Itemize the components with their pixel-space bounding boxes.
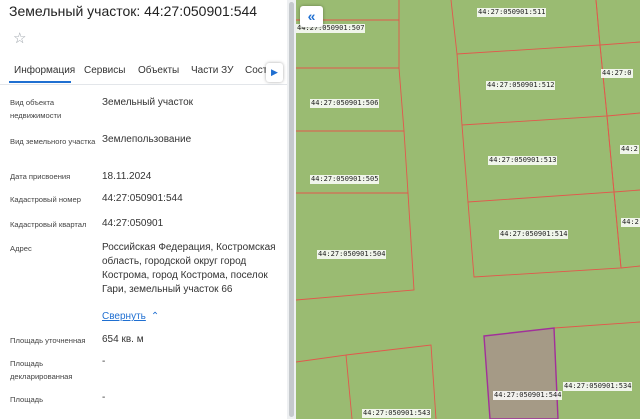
tab-services[interactable]: Сервисы [84,65,125,76]
cadastral-map[interactable]: 44:27:050901:507 44:27:050901:511 44:27:… [296,0,640,419]
plot-label-506[interactable]: 44:27:050901:506 [310,99,380,108]
plot-label-504[interactable]: 44:27:050901:504 [317,250,387,259]
tab-information[interactable]: Информация [14,65,75,76]
tabs-divider [0,84,287,85]
collapse-address-link[interactable]: Свернуть ⌃ [102,311,159,322]
field-label-address: Адрес [10,244,32,253]
map-parcels [296,0,640,419]
field-value-cadastral-quarter: 44:27:050901 [102,218,164,229]
chevron-up-icon: ⌃ [150,311,160,322]
plot-label-partial-low[interactable]: 44:2 [621,218,640,227]
field-label-cadastral-quarter: Кадастровый квартал [10,220,87,229]
plot-label-513[interactable]: 44:27:050901:513 [488,156,558,165]
field-label-object-type: Вид объекта недвижимости [10,98,62,120]
plot-label-505[interactable]: 44:27:050901:505 [310,175,380,184]
field-value-specified-area: 654 кв. м [102,334,144,345]
collapse-link-label: Свернуть [102,311,146,322]
field-value-area: - [102,392,106,403]
active-tab-indicator [9,81,71,83]
plot-boundary-543 [345,344,437,419]
panel-scrollbar-thumb[interactable] [289,2,294,417]
plot-boundary-right-bottom [620,265,640,269]
collapse-panel-button[interactable]: « [300,6,323,27]
field-label-land-type: Вид земельного участка [10,137,96,146]
plot-label-544[interactable]: 44:27:050901:544 [493,391,563,400]
field-value-object-type: Земельный участок [102,97,194,108]
plot-boundary-right-low [613,189,640,193]
selected-plot-544 [483,327,559,419]
double-chevron-left-icon: « [307,8,316,24]
plot-label-543[interactable]: 44:27:050901:543 [362,409,432,418]
field-label-cadastral-number: Кадастровый номер [10,195,81,204]
plot-boundary-534 [553,321,640,329]
star-icon[interactable]: ☆ [13,31,26,47]
plot-label-partial-mid[interactable]: 44:2 [620,145,639,154]
tab-land-parts[interactable]: Части ЗУ [191,65,233,76]
field-value-assign-date: 18.11.2024 [102,171,152,182]
field-label-declared-area: Площадь декларированная [10,359,73,381]
field-value-declared-area: - [102,356,106,367]
tab-objects[interactable]: Объекты [138,65,179,76]
plot-label-partial-top[interactable]: 44:27:0 [601,69,633,78]
plot-boundary-504-bottom [296,192,415,301]
field-label-assign-date: Дата присвоения [10,172,71,181]
field-value-address: Российская Федерация, Костромская област… [102,242,276,295]
info-panel: Земельный участок: 44:27:050901:544 ☆ Ин… [0,0,287,419]
field-label-area: Площадь [10,395,44,404]
plot-boundary-right-top [599,41,640,46]
plot-label-514[interactable]: 44:27:050901:514 [499,230,569,239]
plot-boundary-right-mid [606,112,640,117]
field-label-specified-area: Площадь уточненная [10,336,86,345]
field-value-cadastral-number: 44:27:050901:544 [102,193,183,204]
plot-label-511[interactable]: 44:27:050901:511 [477,8,547,17]
plot-boundary-bottom-left [296,354,353,419]
plot-boundary-right-edge [595,0,622,269]
chevron-right-icon[interactable]: ▶ [266,63,283,82]
plot-label-534[interactable]: 44:27:050901:534 [563,382,633,391]
plot-label-512[interactable]: 44:27:050901:512 [486,81,556,90]
field-value-land-type: Землепользование [102,134,192,145]
tab-bar: Информация Сервисы Объекты Части ЗУ Сост… [0,60,287,86]
panel-title: Земельный участок: 44:27:050901:544 [9,3,258,19]
